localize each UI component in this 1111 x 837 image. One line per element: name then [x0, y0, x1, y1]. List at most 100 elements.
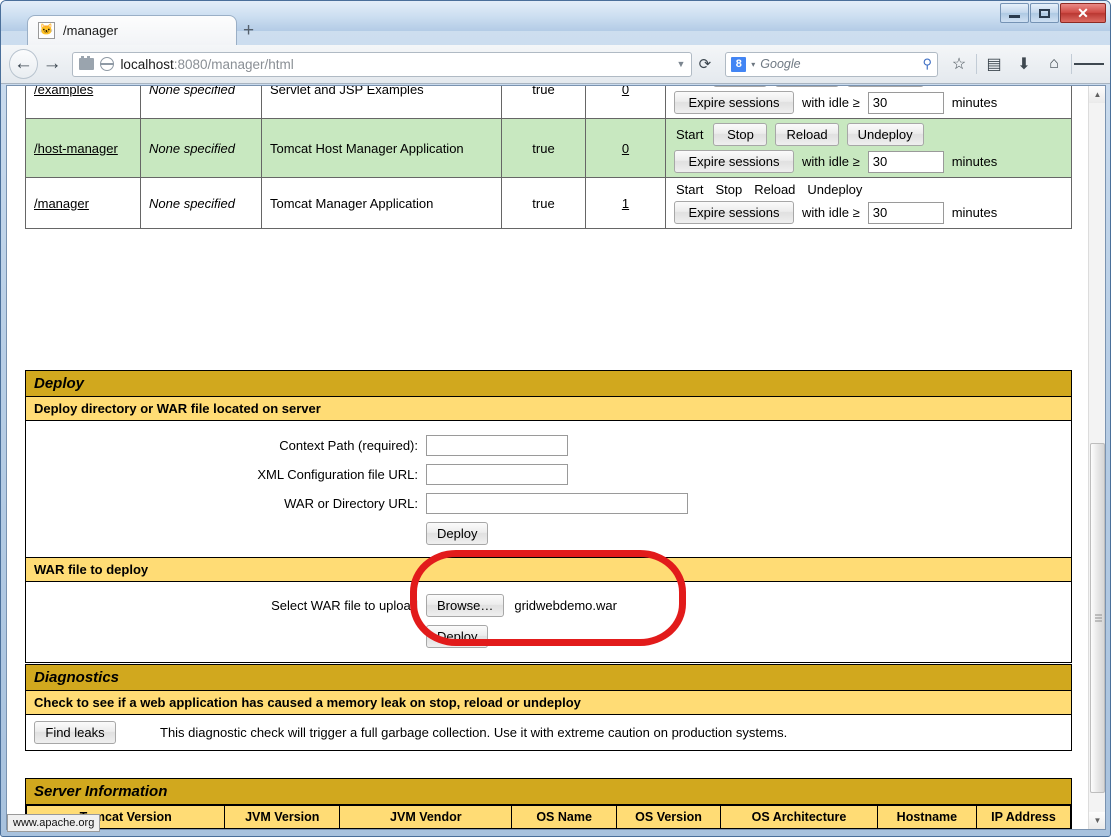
deploy-server-form: Context Path (required): XML Configurati…	[26, 421, 1071, 557]
server-information-title: Server Information	[26, 779, 1071, 805]
war-select-row: Select WAR file to upload Browse… gridwe…	[26, 590, 1071, 621]
server-info-value-cell: Wel-PC	[876, 828, 977, 829]
app-commands-cell: Start Stop Reload Undeploy Expire sessions wi…	[665, 177, 1072, 229]
navigation-toolbar: ← → localhost:8080/manager/html ▼ ⟳ 8 ▾ …	[1, 45, 1110, 84]
app-command-buttons: StartStopReloadUndeploy	[674, 86, 1063, 87]
diagnostics-body: Find leaks This diagnostic check will tr…	[26, 715, 1071, 750]
server-info-value-row: Apache Tomcat/7.0.521.7.0-b147Oracle Cor…	[25, 828, 1072, 829]
address-bar[interactable]: localhost:8080/manager/html ▼	[72, 51, 693, 77]
vertical-scrollbar[interactable]: ▲ ▼	[1088, 86, 1105, 829]
diagnostics-panel: Diagnostics Check to see if a web applic…	[25, 664, 1072, 751]
reading-list-icon[interactable]: ▤	[979, 50, 1009, 78]
chevron-down-icon[interactable]: ▾	[751, 60, 755, 69]
deploy-server-button-row: Deploy	[26, 518, 1071, 549]
search-icon: ⚲	[922, 56, 932, 71]
app-sessions-link[interactable]: 0	[622, 141, 629, 156]
app-running-cell: true	[501, 118, 586, 178]
server-info-column-header: IP Address	[975, 805, 1072, 829]
expire-sessions-button[interactable]: Expire sessions	[674, 91, 794, 114]
applications-table: /examples None specified Servlet and JSP E…	[25, 86, 1072, 229]
war-upload-subtitle: WAR file to deploy	[26, 557, 1071, 582]
new-tab-button[interactable]: +	[243, 20, 254, 42]
server-info-column-header: JVM Vendor	[339, 805, 513, 829]
search-input[interactable]: 8 ▾ Google ⚲	[725, 51, 938, 77]
diagnostics-description: This diagnostic check will trigger a ful…	[160, 725, 788, 740]
scrollbar-thumb[interactable]	[1090, 443, 1105, 793]
reload-button[interactable]: Reload	[775, 123, 839, 146]
downloads-icon[interactable]: ⬇	[1009, 50, 1039, 78]
home-icon[interactable]: ⌂	[1039, 50, 1069, 78]
site-identity-icon	[79, 56, 95, 70]
server-info-column-header: OS Version	[615, 805, 722, 829]
app-path-cell: /examples	[25, 86, 141, 119]
war-url-label: WAR or Directory URL:	[284, 496, 418, 511]
reload-button[interactable]: Reload	[775, 86, 839, 87]
deploy-server-button[interactable]: Deploy	[426, 522, 489, 545]
app-path-cell: /host-manager	[25, 118, 141, 178]
minutes-label: minutes	[951, 154, 998, 169]
idle-minutes-input[interactable]	[867, 150, 944, 173]
app-version-cell: None specified	[140, 177, 262, 229]
expire-sessions-button[interactable]: Expire sessions	[674, 201, 794, 224]
server-info-column-header: JVM Version	[224, 805, 341, 829]
context-path-input[interactable]	[426, 435, 568, 456]
browse-button[interactable]: Browse…	[426, 594, 505, 617]
server-info-header-row: Tomcat Version JVM Version JVM Vendor OS Na…	[25, 805, 1072, 829]
server-information-table: Tomcat Version JVM Version JVM Vendor OS Na…	[25, 805, 1072, 829]
app-expire-sessions-row: Expire sessions with idle ≥ minutes	[674, 201, 1063, 224]
idle-minutes-input[interactable]	[867, 201, 944, 224]
app-display-name-cell: Tomcat Host Manager Application	[261, 118, 502, 178]
browser-window: ✕ 🐱 /manager + ← → localhost:8080/manage…	[0, 0, 1111, 837]
scroll-down-icon[interactable]: ▼	[1089, 812, 1105, 829]
deploy-panel: Deploy Deploy directory or WAR file loca…	[25, 370, 1072, 663]
app-running-cell: true	[501, 177, 586, 229]
toolbar-divider	[1071, 54, 1072, 74]
back-icon[interactable]: ←	[9, 49, 38, 79]
war-url-input[interactable]	[426, 493, 688, 514]
app-command-buttons: StartStopReloadUndeploy	[674, 182, 1063, 197]
app-running-cell: true	[501, 86, 586, 119]
address-bar-actions: ▼	[677, 59, 686, 69]
undeploy-button[interactable]: Undeploy	[846, 86, 924, 87]
app-expire-sessions-row: Expire sessions with idle ≥ minutes	[674, 150, 1063, 173]
stop-button[interactable]: Stop	[713, 123, 768, 146]
app-commands-cell: Start Stop Reload Undeploy Expire sessions wi…	[665, 118, 1072, 178]
tab-manager[interactable]: 🐱 /manager	[27, 15, 237, 45]
deploy-panel-title: Deploy	[26, 371, 1071, 397]
app-path-link[interactable]: /examples	[34, 86, 93, 97]
xml-config-input[interactable]	[426, 464, 568, 485]
war-deploy-row: Deploy	[26, 621, 1071, 652]
app-sessions-link[interactable]: 0	[622, 86, 629, 97]
app-path-link[interactable]: /manager	[34, 196, 89, 211]
undeploy-button[interactable]: Undeploy	[846, 123, 924, 146]
app-sessions-link[interactable]: 1	[622, 196, 629, 211]
bookmark-star-icon[interactable]: ☆	[944, 50, 974, 78]
server-info-value-cell: 192.168.56.1	[975, 828, 1072, 829]
find-leaks-button[interactable]: Find leaks	[34, 721, 116, 744]
toolbar-divider	[976, 54, 977, 74]
stop-button-disabled: Stop	[715, 182, 743, 197]
menu-icon[interactable]	[1074, 50, 1104, 78]
app-expire-sessions-row: Expire sessions with idle ≥ minutes	[674, 91, 1063, 114]
context-path-row: Context Path (required):	[26, 431, 1071, 460]
app-sessions-cell: 1	[585, 177, 666, 229]
server-info-value-cell: 6.1	[615, 828, 722, 829]
globe-icon	[99, 57, 115, 71]
idle-minutes-input[interactable]	[867, 91, 944, 114]
undeploy-button-disabled: Undeploy	[807, 182, 863, 197]
app-path-link[interactable]: /host-manager	[34, 141, 118, 156]
expire-sessions-button[interactable]: Expire sessions	[674, 150, 794, 173]
minutes-label: minutes	[951, 95, 998, 110]
stop-button[interactable]: Stop	[713, 86, 768, 87]
deploy-war-button[interactable]: Deploy	[426, 625, 489, 648]
reload-icon[interactable]: ⟳	[692, 51, 717, 77]
forward-icon[interactable]: →	[38, 49, 67, 79]
context-path-label: Context Path (required):	[279, 438, 418, 453]
scrollbar-grip-icon	[1095, 613, 1102, 624]
war-url-row: WAR or Directory URL:	[26, 489, 1071, 518]
browser-toolbar-icons: ☆ ▤ ⬇ ⌂	[944, 50, 1104, 78]
app-display-name-cell: Tomcat Manager Application	[261, 177, 502, 229]
server-information-panel: Server Information Tomcat Version JVM Ver…	[25, 778, 1072, 829]
scroll-up-icon[interactable]: ▲	[1089, 86, 1105, 103]
chevron-down-icon[interactable]: ▼	[677, 59, 686, 69]
